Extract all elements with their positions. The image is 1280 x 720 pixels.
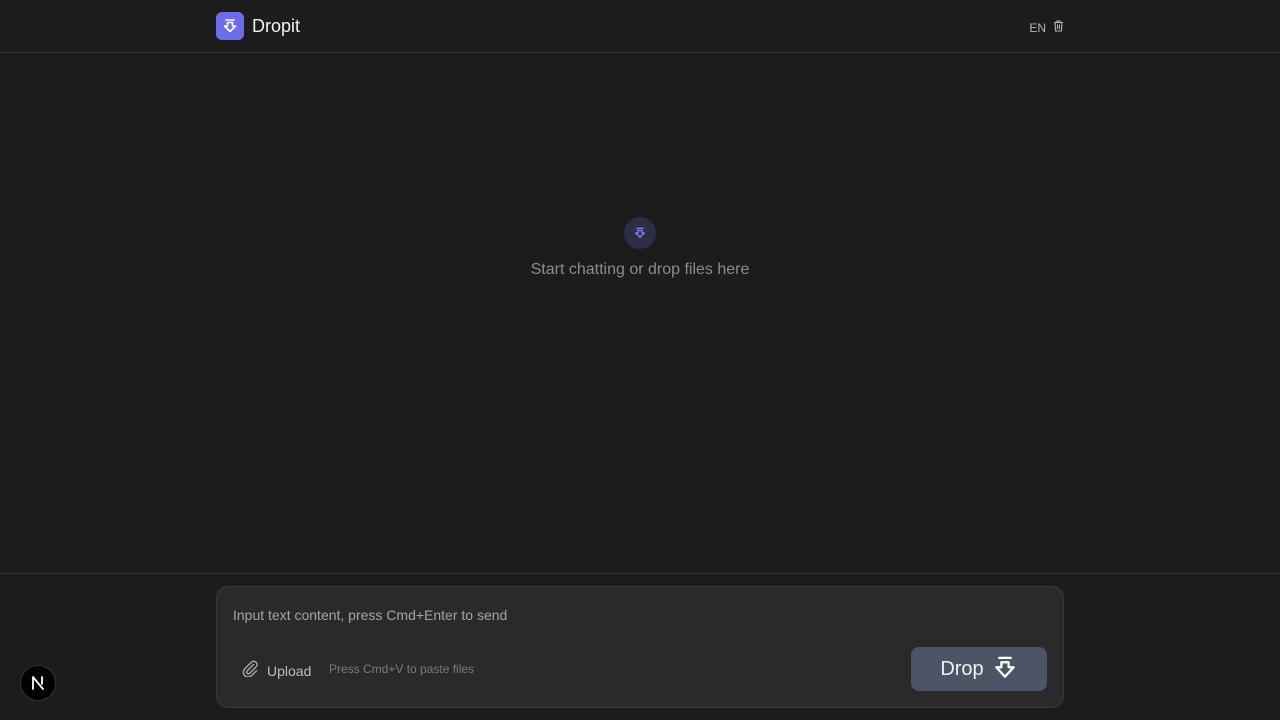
message-input[interactable] [233,605,1033,625]
upload-label: Upload [267,662,312,679]
drop-arrow-icon [992,655,1018,684]
drop-arrow-icon [624,217,656,249]
language-switcher[interactable]: EN [1029,21,1046,35]
paste-hint: Press Cmd+V to paste files [329,662,475,676]
app-name: Dropit [252,15,301,36]
trash-icon[interactable] [1052,20,1064,32]
upload-button[interactable]: Upload [241,659,311,682]
empty-state-message: Start chatting or drop files here [530,261,750,278]
message-composer: Upload Press Cmd+V to paste files Drop [216,586,1064,708]
drop-arrow-icon [216,12,244,40]
drop-button-label: Drop [940,657,984,680]
top-bar: Dropit EN [0,0,1280,53]
drop-button[interactable]: Drop [911,647,1047,691]
nextjs-dev-badge[interactable] [20,665,56,701]
empty-state: Start chatting or drop files here [0,217,1280,279]
header-actions: EN [1029,18,1064,35]
n-logo-icon [32,676,44,690]
paperclip-icon [241,659,259,682]
divider [0,573,1280,574]
top-bar-inner: Dropit EN [216,12,1064,40]
brand[interactable]: Dropit [216,12,300,40]
